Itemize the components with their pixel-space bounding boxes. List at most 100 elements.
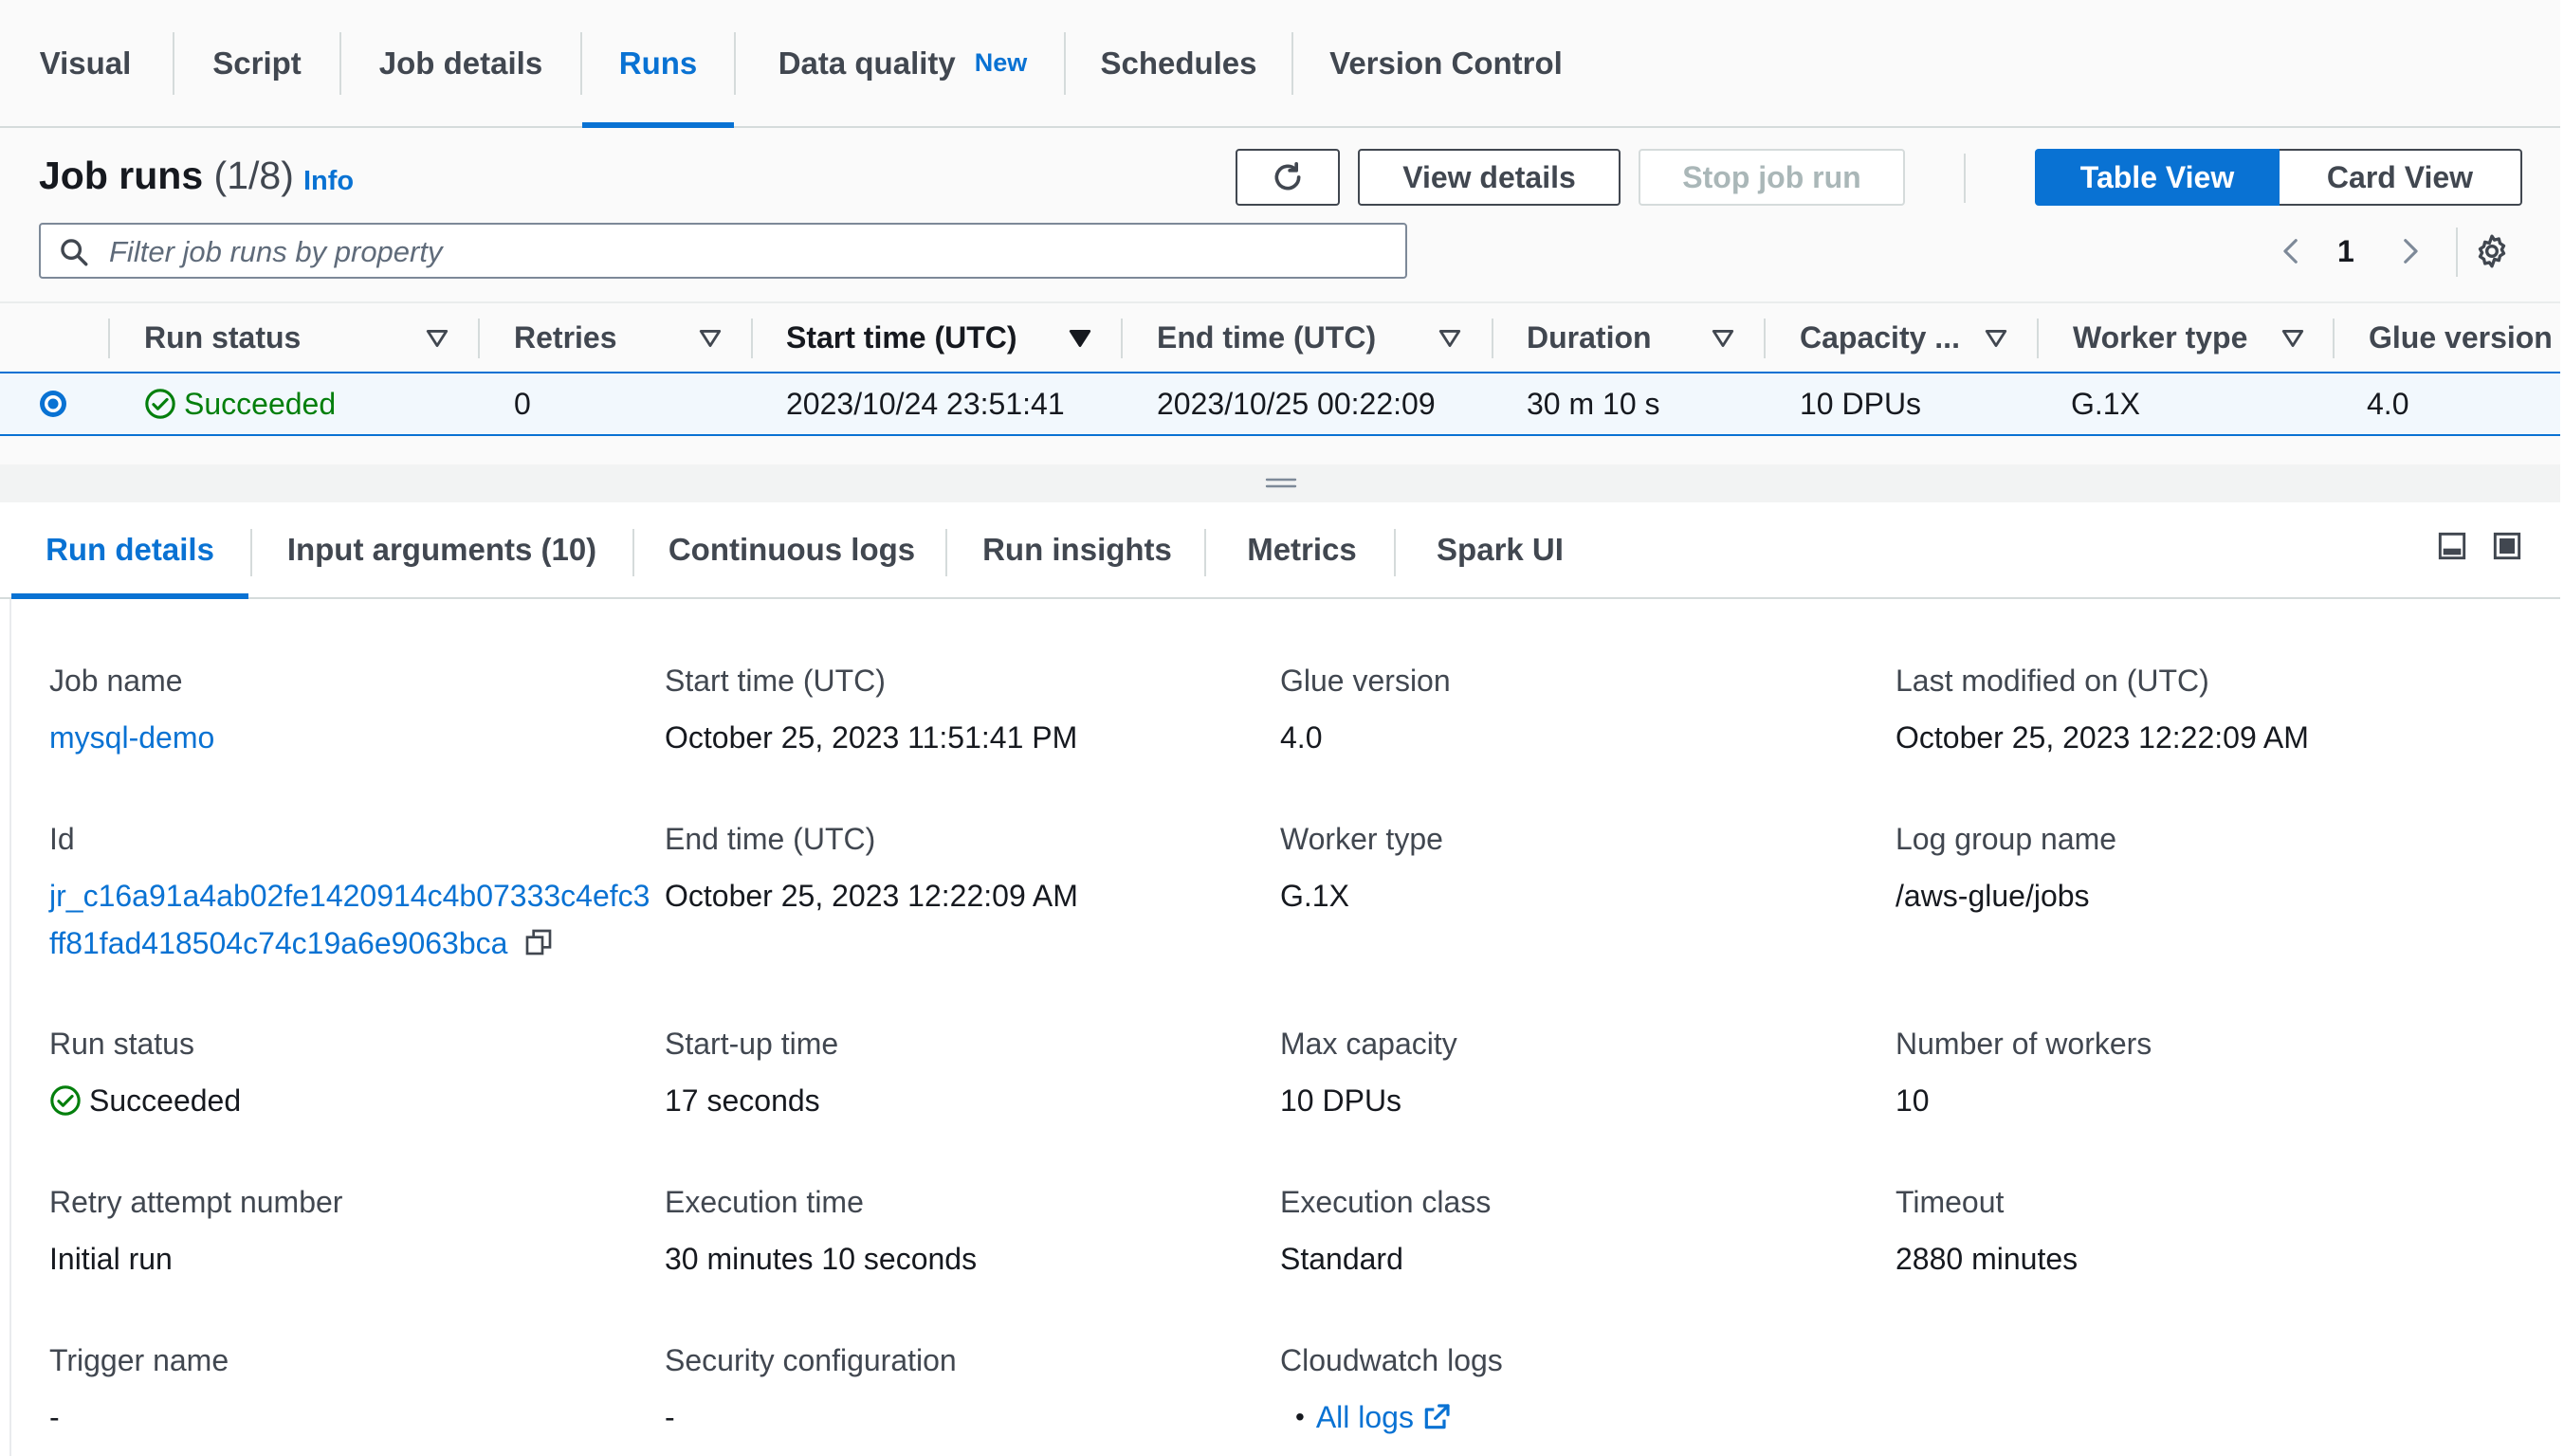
column-divider [2037, 318, 2039, 358]
tab-visual[interactable]: Visual [13, 0, 157, 126]
current-page-number[interactable]: 1 [2337, 234, 2354, 269]
column-header-worker-type[interactable]: Worker type [2073, 303, 2247, 372]
maximize-panel-icon[interactable] [2492, 531, 2522, 561]
end-time-label: End time (UTC) [665, 822, 876, 856]
refresh-icon [1274, 162, 1301, 191]
external-link-icon[interactable] [1421, 1402, 1452, 1432]
column-header-end-time[interactable]: End time (UTC) [1157, 303, 1376, 372]
tab-job-details[interactable]: Job details [357, 0, 565, 126]
job-name-link[interactable]: mysql-demo [49, 715, 214, 760]
start-time-label: Start time (UTC) [665, 664, 886, 698]
table-header: Run status Retries Start time (UTC) End … [0, 301, 2560, 373]
column-header-retries[interactable]: Retries [514, 303, 617, 372]
sort-descending-icon[interactable] [1068, 328, 1092, 349]
title-text: Job runs [39, 154, 204, 197]
page-title: Job runs (1/8) [39, 154, 294, 198]
end-time-cell: 2023/10/25 00:22:09 [1157, 386, 1436, 421]
tab-label: Run insights [982, 532, 1172, 567]
log-group-label: Log group name [1896, 822, 2117, 856]
success-check-icon [50, 1085, 81, 1116]
view-details-button[interactable]: View details [1358, 149, 1621, 206]
tab-input-arguments[interactable]: Input arguments (10) [275, 502, 609, 597]
top-tab-bar: Visual Script Job details Runs Data qual… [0, 0, 2560, 128]
button-label: Table View [2079, 159, 2235, 194]
info-link[interactable]: Info [303, 166, 354, 197]
toolbar-divider [1964, 154, 1966, 203]
tab-divider [1064, 32, 1066, 95]
sort-icon[interactable] [698, 328, 723, 349]
run-id-link-continued[interactable]: ff81fad418504c74c19a6e9063bca [49, 920, 554, 966]
button-label: Stop job run [1682, 159, 1861, 194]
bullet: • [1295, 1402, 1305, 1431]
split-bottom-icon[interactable] [2437, 531, 2467, 561]
trigger-name-label: Trigger name [49, 1343, 229, 1377]
cloudwatch-logs-list-item: • All logs [1295, 1394, 1452, 1440]
run-status-text: Succeeded [184, 386, 337, 421]
tab-run-insights[interactable]: Run insights [965, 502, 1189, 597]
tab-label: Version Control [1329, 45, 1563, 81]
next-page-icon[interactable] [2393, 232, 2426, 270]
tab-runs[interactable]: Runs [582, 0, 734, 128]
tab-label: Script [212, 45, 302, 81]
column-header-start-time[interactable]: Start time (UTC) [786, 303, 1017, 372]
tab-script[interactable]: Script [190, 0, 324, 126]
tab-spark-ui[interactable]: Spark UI [1415, 502, 1585, 597]
tab-divider [339, 32, 341, 95]
column-header-run-status[interactable]: Run status [144, 303, 301, 372]
stop-job-run-button[interactable]: Stop job run [1639, 149, 1905, 206]
run-status-text: Succeeded [89, 1083, 242, 1118]
column-header-glue-version[interactable]: Glue version [2369, 303, 2553, 372]
table-view-button[interactable]: Table View [2035, 149, 2280, 206]
duration-cell: 30 m 10 s [1527, 386, 1660, 421]
tab-metrics[interactable]: Metrics [1223, 502, 1381, 597]
drag-handle-icon[interactable] [1265, 476, 1297, 491]
number-of-workers-value: 10 [1896, 1083, 1930, 1118]
tab-schedules[interactable]: Schedules [1081, 0, 1276, 126]
tab-divider [632, 529, 634, 576]
table-row[interactable]: Succeeded 0 2023/10/24 23:51:41 2023/10/… [0, 372, 2560, 436]
tab-label: Metrics [1247, 532, 1357, 567]
security-configuration-value: - [665, 1400, 675, 1434]
refresh-button[interactable] [1236, 149, 1340, 206]
tab-label: Spark UI [1437, 532, 1564, 567]
tab-run-details[interactable]: Run details [11, 502, 248, 599]
column-divider [1121, 318, 1123, 358]
end-time-value: October 25, 2023 12:22:09 AM [665, 879, 1078, 913]
start-time-value: October 25, 2023 11:51:41 PM [665, 720, 1078, 755]
copy-icon[interactable] [523, 927, 554, 957]
column-header-duration[interactable]: Duration [1527, 303, 1652, 372]
sort-icon[interactable] [425, 328, 449, 349]
sort-icon[interactable] [1438, 328, 1462, 349]
security-configuration-label: Security configuration [665, 1343, 957, 1377]
last-modified-value: October 25, 2023 12:22:09 AM [1896, 720, 2309, 755]
tab-continuous-logs[interactable]: Continuous logs [656, 502, 927, 597]
previous-page-icon[interactable] [2276, 232, 2308, 270]
filter-box [39, 223, 1407, 279]
sort-icon[interactable] [1711, 328, 1735, 349]
tab-version-control[interactable]: Version Control [1309, 0, 1584, 126]
panel-resize-handle[interactable] [0, 464, 2560, 502]
search-icon [61, 239, 88, 266]
settings-gear-icon[interactable] [2473, 232, 2511, 270]
retry-attempt-label: Retry attempt number [49, 1185, 343, 1219]
retry-attempt-value: Initial run [49, 1242, 173, 1276]
execution-class-label: Execution class [1280, 1185, 1492, 1219]
sort-icon[interactable] [1984, 328, 2008, 349]
sort-icon[interactable] [2280, 328, 2305, 349]
row-radio-selected[interactable] [38, 389, 68, 419]
startup-time-value: 17 seconds [665, 1083, 820, 1118]
column-header-capacity[interactable]: Capacity ... [1800, 303, 1960, 372]
job-name-label: Job name [49, 664, 183, 698]
all-logs-link[interactable]: All logs [1316, 1394, 1414, 1440]
tab-divider [945, 529, 947, 576]
tab-data-quality[interactable]: Data quality New [755, 0, 1051, 126]
card-view-button[interactable]: Card View [2280, 149, 2522, 206]
filter-job-runs-input[interactable] [107, 225, 1391, 279]
timeout-value: 2880 minutes [1896, 1242, 2079, 1276]
run-status-value: Succeeded [49, 1078, 241, 1123]
startup-time-label: Start-up time [665, 1027, 839, 1061]
run-id-link[interactable]: jr_c16a91a4ab02fe1420914c4b07333c4efc3 [49, 873, 650, 919]
pager-divider [2456, 228, 2458, 277]
column-divider [1492, 318, 1493, 358]
worker-type-cell: G.1X [2071, 386, 2140, 421]
